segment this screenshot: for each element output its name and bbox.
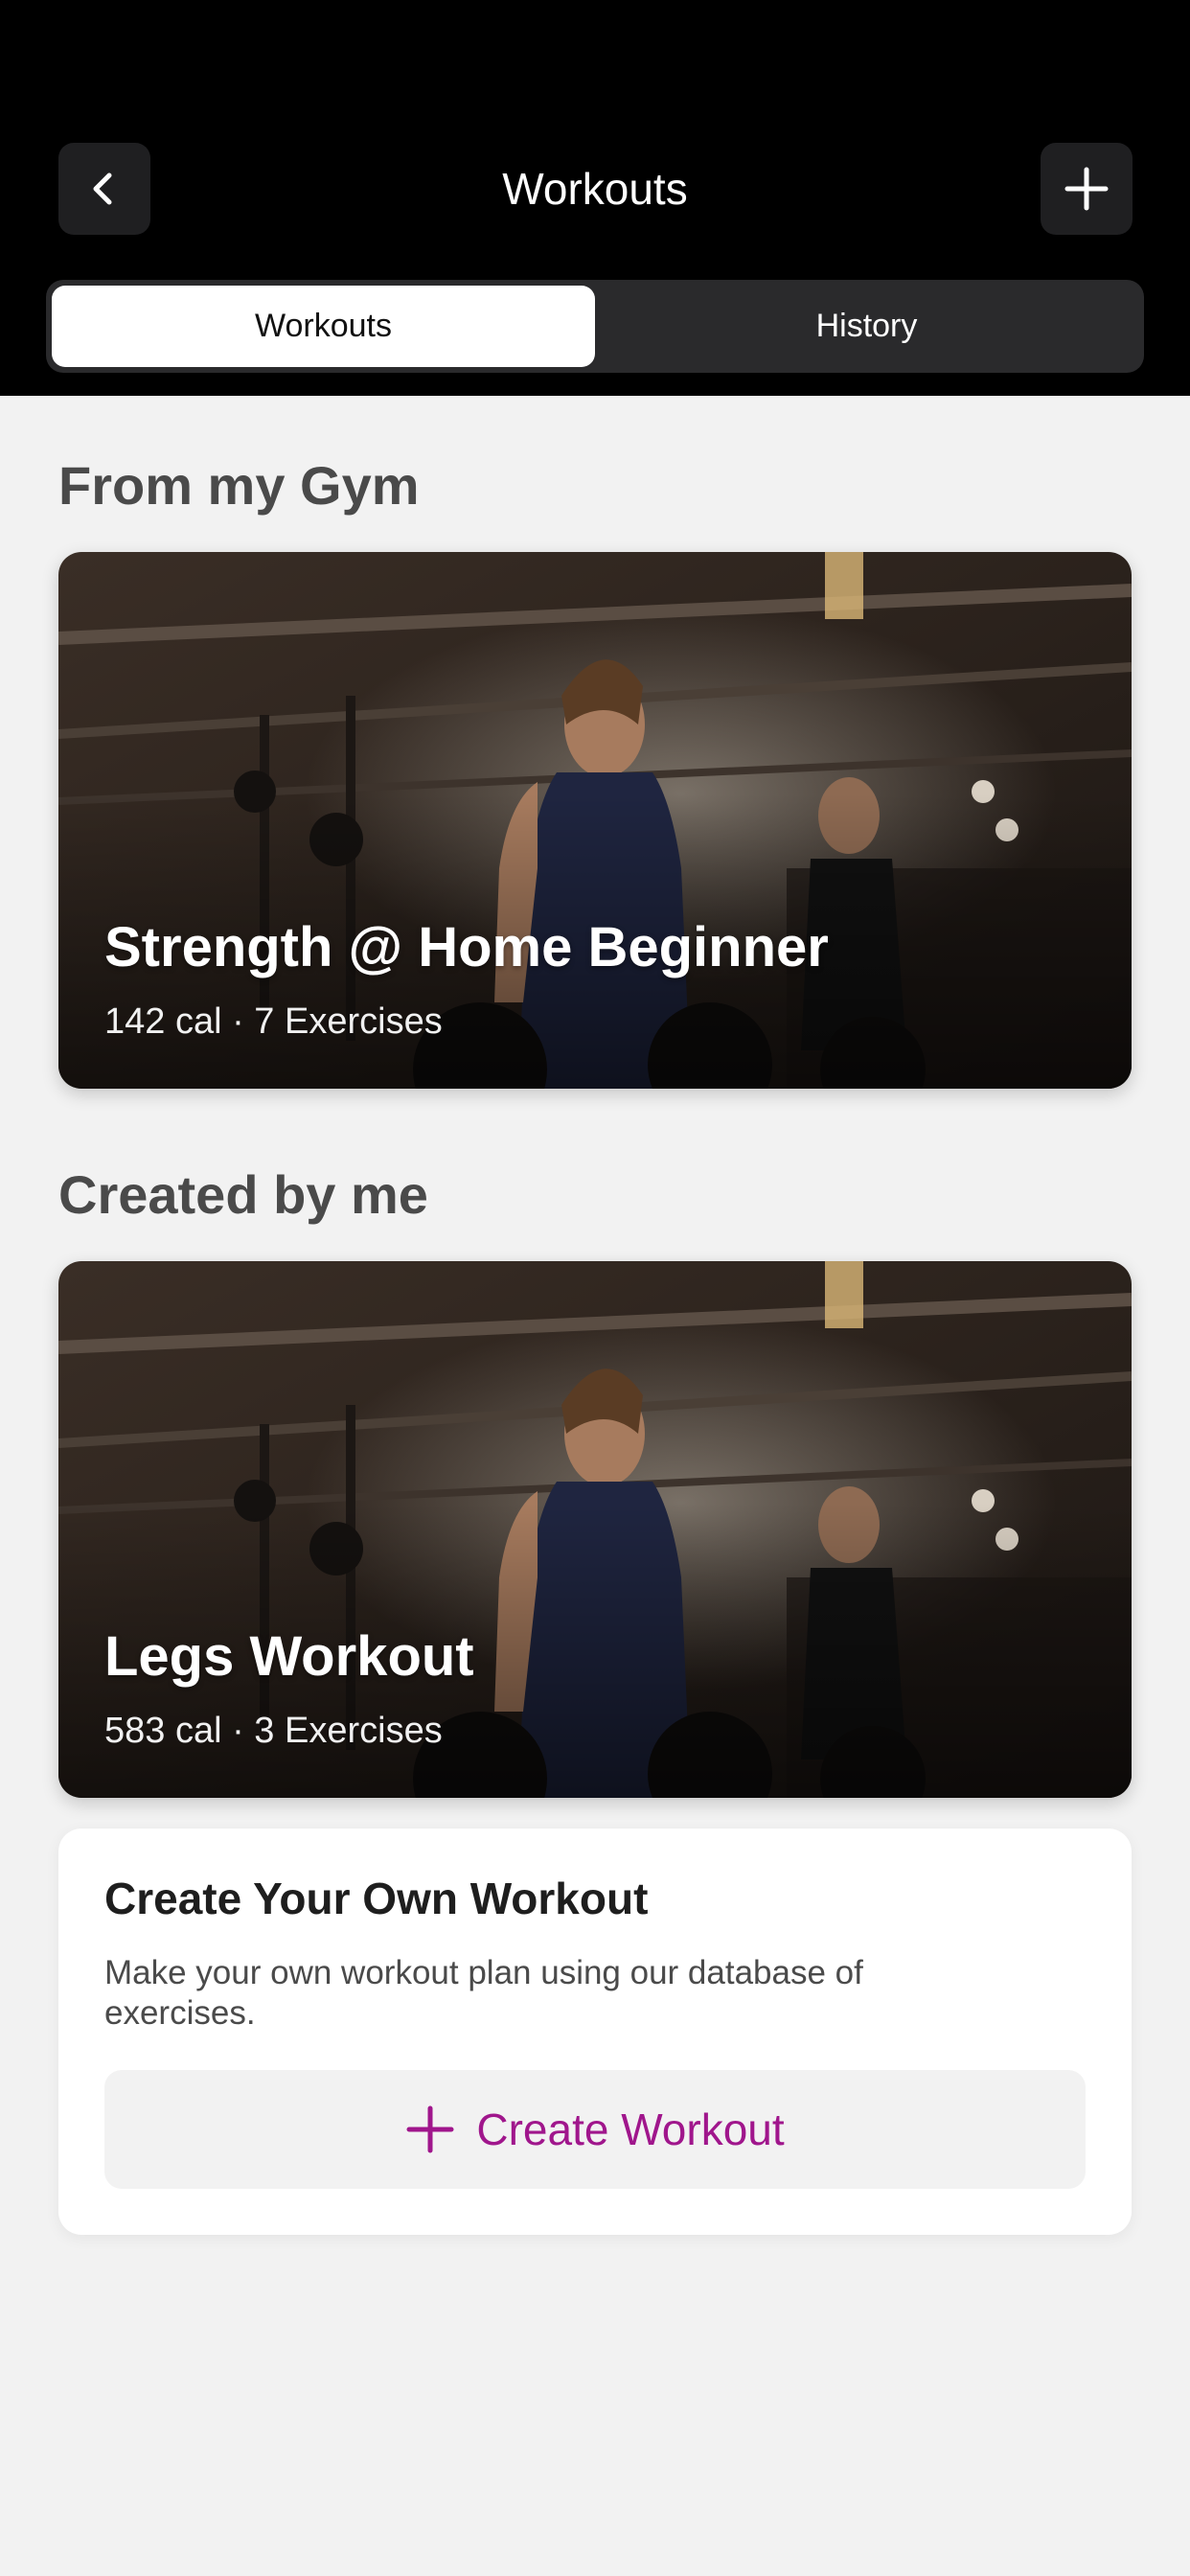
create-workout-panel: Create Your Own Workout Make your own wo… — [58, 1828, 1132, 2235]
workout-card-legs-workout[interactable]: Legs Workout 583 cal · 3 Exercises — [58, 1261, 1132, 1798]
section-title-from-my-gym: From my Gym — [58, 455, 420, 516]
section-title-created-by-me: Created by me — [58, 1164, 428, 1225]
workout-name: Legs Workout — [104, 1625, 474, 1688]
plus-icon — [406, 2105, 454, 2153]
tab-workouts[interactable]: Workouts — [52, 286, 595, 367]
top-bar: Workouts Workouts History — [0, 0, 1190, 396]
tab-history[interactable]: History — [595, 286, 1138, 367]
create-panel-description: Make your own workout plan using our dat… — [104, 1954, 863, 2032]
workout-card-strength-home-beginner[interactable]: Strength @ Home Beginner 142 cal · 7 Exe… — [58, 552, 1132, 1089]
create-panel-title: Create Your Own Workout — [104, 1874, 649, 1923]
workout-meta: 583 cal · 3 Exercises — [104, 1711, 443, 1751]
plus-icon — [1064, 167, 1109, 211]
workout-name: Strength @ Home Beginner — [104, 916, 829, 978]
add-workout-button[interactable] — [1041, 143, 1133, 235]
page-title: Workouts — [502, 164, 688, 214]
create-workout-label: Create Workout — [476, 2104, 785, 2154]
workouts-history-segmented-control: Workouts History — [46, 280, 1144, 373]
create-workout-button[interactable]: Create Workout — [104, 2070, 1086, 2189]
workout-meta: 142 cal · 7 Exercises — [104, 1001, 443, 1042]
